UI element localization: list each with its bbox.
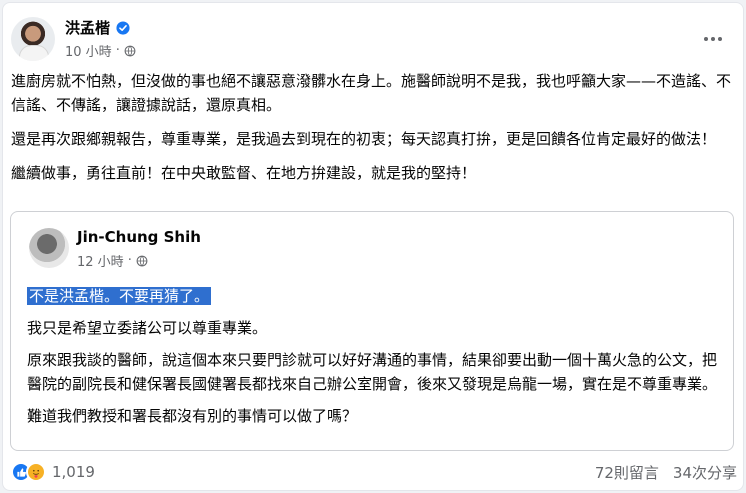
more-options-button[interactable] [701, 27, 725, 51]
post-body: 進廚房就不怕熱，但沒做的事也絕不讓惡意潑髒水在身上。施醫師說明不是我，我也呼籲大… [11, 69, 735, 195]
engagement-counts: 72則留言 34次分享 [595, 462, 737, 483]
post-footer: 1,019 72則留言 34次分享 [11, 459, 737, 485]
shared-post-timestamp[interactable]: 12 小時 [77, 251, 124, 270]
verified-badge-icon [116, 20, 130, 35]
shared-paragraph: 我只是希望立委諸公可以尊重專業。 [27, 319, 268, 337]
shared-post-body: 不是洪孟楷。不要再猜了。 我只是希望立委諸公可以尊重專業。 原來跟我談的醫師，說… [27, 284, 717, 436]
post-paragraph: 進廚房就不怕熱，但沒做的事也絕不讓惡意潑髒水在身上。施醫師說明不是我，我也呼籲大… [11, 72, 732, 114]
more-dot-icon [718, 37, 722, 41]
meta-separator: · [115, 43, 120, 58]
shared-author-avatar[interactable] [29, 228, 69, 268]
shared-paragraph: 難道我們教授和署長都沒有別的事情可以做了嗎？ [27, 407, 358, 425]
shared-highlight-line: 不是洪孟楷。不要再猜了。 [27, 284, 717, 308]
post-paragraph: 還是再次跟鄉親報告，尊重專業，是我過去到現在的初衷；每天認真打拚，更是回饋各位肯… [11, 130, 717, 148]
shared-post-meta: 12 小時 · [77, 251, 148, 270]
post-card: 洪孟楷 10 小時 · 進廚房就不怕熱，但沒做的事也絕不讓惡意潑髒水在身上。施醫… [2, 2, 744, 491]
share-count[interactable]: 34次分享 [673, 462, 737, 483]
care-reaction-icon [26, 462, 46, 482]
shared-paragraph: 原來跟我談的醫師，說這個本來只要門診就可以好好溝通的事情，結果卻要出動一個十萬火… [27, 351, 718, 393]
author-row: 洪孟楷 [65, 17, 130, 38]
more-dot-icon [711, 37, 715, 41]
post-timestamp[interactable]: 10 小時 [65, 41, 112, 60]
post-paragraph: 繼續做事，勇往直前！在中央敢監督、在地方拚建設，就是我的堅持！ [11, 164, 477, 182]
author-avatar[interactable] [11, 17, 55, 61]
comment-count[interactable]: 72則留言 [595, 462, 659, 483]
author-name[interactable]: 洪孟楷 [65, 17, 110, 38]
shared-post[interactable]: Jin-Chung Shih 12 小時 · 不是洪孟楷。不要再猜了。 我只是希… [10, 211, 734, 451]
globe-icon [124, 45, 136, 56]
reactions-summary[interactable]: 1,019 [11, 462, 95, 482]
shared-author-name[interactable]: Jin-Chung Shih [77, 228, 201, 246]
reaction-count[interactable]: 1,019 [52, 463, 95, 481]
highlighted-text: 不是洪孟楷。不要再猜了。 [27, 287, 212, 305]
more-dot-icon [704, 37, 708, 41]
globe-icon [136, 255, 148, 266]
post-meta: 10 小時 · [65, 41, 136, 60]
meta-separator: · [127, 253, 132, 268]
